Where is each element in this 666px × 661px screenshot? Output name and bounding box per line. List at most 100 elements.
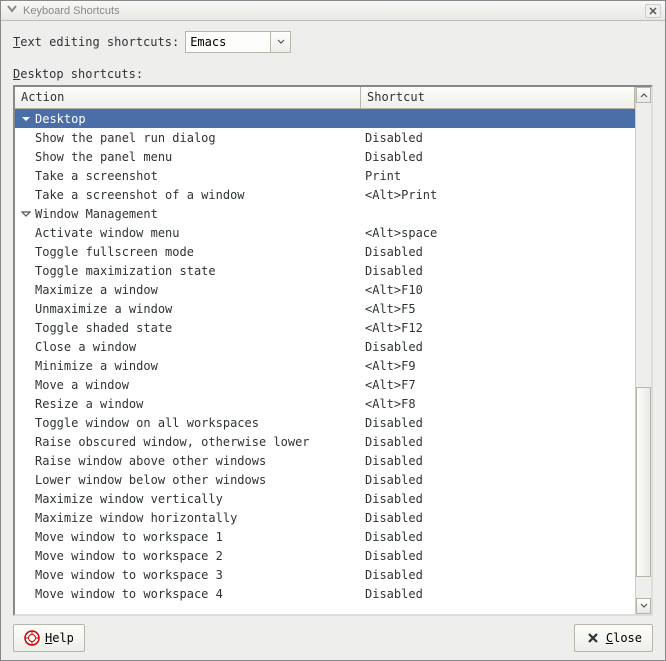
tree-item-label: Toggle shaded state <box>33 321 172 335</box>
dropdown-button[interactable] <box>271 31 291 53</box>
tree-item-row[interactable]: Unmaximize a window<Alt>F5 <box>15 299 635 318</box>
tree-action-cell[interactable]: Raise obscured window, otherwise lower <box>19 435 361 449</box>
tree-shortcut-cell[interactable]: <Alt>F12 <box>361 321 635 335</box>
tree-action-cell[interactable]: Show the panel run dialog <box>19 131 361 145</box>
tree-item-row[interactable]: Move window to workspace 2Disabled <box>15 546 635 565</box>
tree-item-row[interactable]: Minimize a window<Alt>F9 <box>15 356 635 375</box>
tree-shortcut-cell[interactable]: Disabled <box>361 454 635 468</box>
tree-action-cell[interactable]: Minimize a window <box>19 359 361 373</box>
tree-action-cell[interactable]: Toggle window on all workspaces <box>19 416 361 430</box>
tree-shortcut-cell[interactable]: <Alt>Print <box>361 188 635 202</box>
tree-action-cell[interactable]: Move window to workspace 1 <box>19 530 361 544</box>
tree-item-row[interactable]: Maximize window horizontally Disabled <box>15 508 635 527</box>
tree-action-cell[interactable]: Take a screenshot <box>19 169 361 183</box>
tree-shortcut-cell[interactable]: <Alt>space <box>361 226 635 240</box>
tree-item-row[interactable]: Raise obscured window, otherwise lowerDi… <box>15 432 635 451</box>
tree-shortcut-cell[interactable]: Disabled <box>361 150 635 164</box>
chevron-down-icon <box>640 603 648 609</box>
tree-action-cell[interactable]: Move a window <box>19 378 361 392</box>
column-header-shortcut[interactable]: Shortcut <box>361 87 635 108</box>
tree-item-row[interactable]: Toggle maximization state Disabled <box>15 261 635 280</box>
tree-item-row[interactable]: Move a window<Alt>F7 <box>15 375 635 394</box>
tree-action-cell[interactable]: Lower window below other windows <box>19 473 361 487</box>
tree-action-cell[interactable]: Move window to workspace 3 <box>19 568 361 582</box>
close-icon <box>585 630 601 646</box>
tree-action-cell[interactable]: Take a screenshot of a window <box>19 188 361 202</box>
tree-shortcut-cell[interactable]: Print <box>361 169 635 183</box>
tree-item-row[interactable]: Close a windowDisabled <box>15 337 635 356</box>
scroll-up-button[interactable] <box>636 87 651 103</box>
tree-item-row[interactable]: Maximize window verticallyDisabled <box>15 489 635 508</box>
vertical-scrollbar[interactable] <box>635 87 651 614</box>
tree-action-cell[interactable]: Maximize a window <box>19 283 361 297</box>
tree-item-row[interactable]: Move window to workspace 3Disabled <box>15 565 635 584</box>
tree-item-row[interactable]: Maximize a window<Alt>F10 <box>15 280 635 299</box>
tree-shortcut-cell[interactable]: Disabled <box>361 568 635 582</box>
titlebar[interactable]: Keyboard Shortcuts <box>1 1 665 21</box>
tree-shortcut-cell[interactable]: Disabled <box>361 549 635 563</box>
tree-shortcut-cell[interactable]: Disabled <box>361 587 635 601</box>
tree-shortcut-cell[interactable]: Disabled <box>361 492 635 506</box>
tree-item-row[interactable]: Toggle shaded state <Alt>F12 <box>15 318 635 337</box>
text-editing-dropdown[interactable]: Emacs <box>185 31 291 53</box>
tree-item-row[interactable]: Resize a window<Alt>F8 <box>15 394 635 413</box>
tree-action-cell[interactable]: Move window to workspace 2 <box>19 549 361 563</box>
tree-shortcut-cell[interactable]: Disabled <box>361 473 635 487</box>
tree-item-row[interactable]: Take a screenshotPrint <box>15 166 635 185</box>
tree-action-cell[interactable]: Desktop <box>19 112 361 126</box>
tree-shortcut-cell[interactable]: Disabled <box>361 245 635 259</box>
tree-shortcut-cell[interactable]: Disabled <box>361 416 635 430</box>
tree-item-row[interactable]: Move window to workspace 4Disabled <box>15 584 635 603</box>
tree-action-cell[interactable]: Toggle shaded state <box>19 321 361 335</box>
tree-shortcut-cell[interactable]: <Alt>F9 <box>361 359 635 373</box>
tree-item-label: Maximize window horizontally <box>33 511 237 525</box>
tree-item-row[interactable]: Toggle fullscreen modeDisabled <box>15 242 635 261</box>
tree-shortcut-cell[interactable]: <Alt>F7 <box>361 378 635 392</box>
window-title: Keyboard Shortcuts <box>23 5 641 17</box>
tree-item-row[interactable]: Toggle window on all workspacesDisabled <box>15 413 635 432</box>
tree-action-cell[interactable]: Toggle maximization state <box>19 264 361 278</box>
expander-icon[interactable] <box>19 209 33 219</box>
tree-action-cell[interactable]: Raise window above other windows <box>19 454 361 468</box>
dialog-footer: Help Close <box>13 616 653 652</box>
tree-item-row[interactable]: Take a screenshot of a window<Alt>Print <box>15 185 635 204</box>
shortcuts-tree[interactable]: Action Shortcut Desktop Show the panel ru… <box>15 87 635 614</box>
scroll-thumb[interactable] <box>636 387 651 577</box>
tree-shortcut-cell[interactable]: Disabled <box>361 131 635 145</box>
tree-shortcut-cell[interactable]: Disabled <box>361 340 635 354</box>
tree-action-cell[interactable]: Close a window <box>19 340 361 354</box>
tree-item-label: Toggle maximization state <box>33 264 216 278</box>
help-button[interactable]: Help <box>13 624 85 652</box>
scroll-down-button[interactable] <box>636 598 651 614</box>
close-button[interactable]: Close <box>574 624 653 652</box>
tree-action-cell[interactable]: Resize a window <box>19 397 361 411</box>
tree-item-row[interactable]: Show the panel run dialogDisabled <box>15 128 635 147</box>
tree-action-cell[interactable]: Window Management <box>19 207 361 221</box>
tree-action-cell[interactable]: Maximize window horizontally <box>19 511 361 525</box>
tree-group-row[interactable]: Window Management <box>15 204 635 223</box>
tree-item-row[interactable]: Move window to workspace 1Disabled <box>15 527 635 546</box>
column-header-action[interactable]: Action <box>15 87 361 108</box>
tree-shortcut-cell[interactable]: Disabled <box>361 530 635 544</box>
tree-action-cell[interactable]: Activate window menu <box>19 226 361 240</box>
tree-group-row[interactable]: Desktop <box>15 109 635 128</box>
tree-action-cell[interactable]: Toggle fullscreen mode <box>19 245 361 259</box>
tree-shortcut-cell[interactable]: Disabled <box>361 511 635 525</box>
tree-action-cell[interactable]: Maximize window vertically <box>19 492 361 506</box>
tree-item-row[interactable]: Activate window menu<Alt>space <box>15 223 635 242</box>
tree-action-cell[interactable]: Show the panel menu <box>19 150 361 164</box>
expander-icon[interactable] <box>19 114 33 124</box>
tree-shortcut-cell[interactable]: <Alt>F8 <box>361 397 635 411</box>
tree-action-cell[interactable]: Move window to workspace 4 <box>19 587 361 601</box>
window-close-button[interactable] <box>645 4 661 18</box>
tree-action-cell[interactable]: Unmaximize a window <box>19 302 361 316</box>
tree-shortcut-cell[interactable]: Disabled <box>361 264 635 278</box>
tree-shortcut-cell[interactable]: <Alt>F10 <box>361 283 635 297</box>
text-editing-label: Text editing shortcuts: <box>13 35 179 49</box>
tree-item-row[interactable]: Show the panel menuDisabled <box>15 147 635 166</box>
tree-item-row[interactable]: Lower window below other windowsDisabled <box>15 470 635 489</box>
tree-item-row[interactable]: Raise window above other windowsDisabled <box>15 451 635 470</box>
text-editing-select[interactable]: Emacs <box>185 31 271 53</box>
tree-shortcut-cell[interactable]: <Alt>F5 <box>361 302 635 316</box>
tree-shortcut-cell[interactable]: Disabled <box>361 435 635 449</box>
